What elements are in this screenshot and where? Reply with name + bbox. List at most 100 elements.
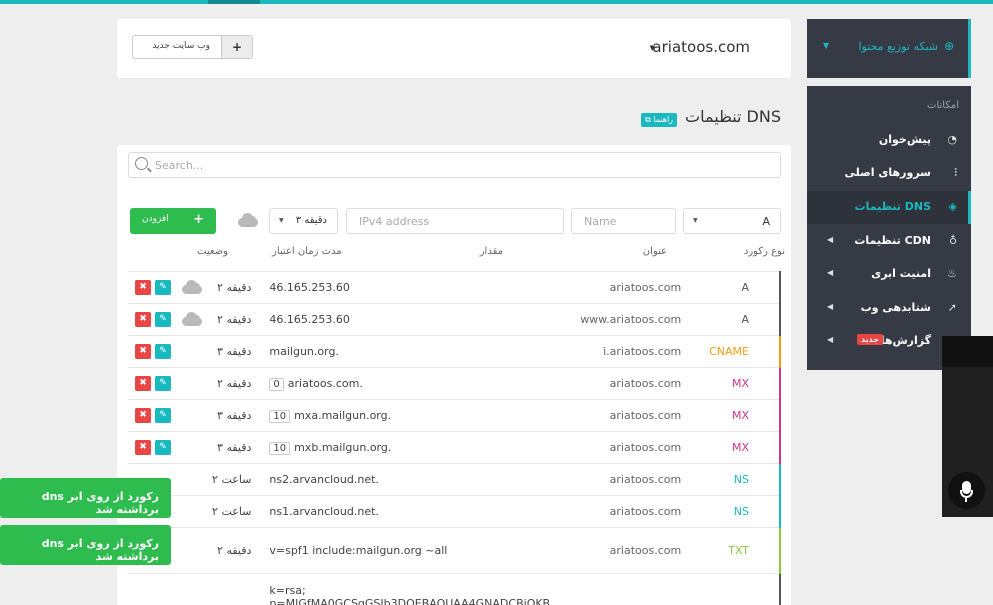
delete-record-button[interactable]: ✖ [135,344,151,359]
record-status [164,367,202,400]
record-value: v=spf1 include:mailgun.org ~all [259,527,551,574]
dns-records-table: ✖ ✎ ۲ دقیقه 46.165.253.60 ariatoos.com A ✖ ✎ ۲ د… [128,271,781,605]
guide-link[interactable]: ⧉ راهنما [641,113,678,127]
delete-record-button[interactable]: ✖ [135,312,151,327]
row-actions [128,573,165,605]
record-value-text: mxb.mailgun.org. [294,440,392,454]
record-type-value: A [762,215,770,228]
record-ttl: ۲ دقیقه [201,303,260,336]
layers-icon: ◈ [948,200,957,213]
cloud-icon[interactable] [181,312,202,326]
record-ttl: ۲ ساعت [201,495,260,528]
row-actions: ✖ ✎ [128,431,171,464]
globe-icon: ⊕ [943,39,954,53]
sidebar-item-cdn-settings[interactable]: ♁ تنظیمات CDN ◀ [807,225,971,258]
record-name: ariatoos.com [550,495,692,528]
record-priority: 10 [269,409,291,423]
search-input[interactable] [155,156,755,174]
record-value-text: k=rsa; p=MIGfMA0GCSqGSIb3DQEBAQUAA4GNADC… [269,583,551,605]
page-title: تنظیمات DNS [685,107,781,126]
domain-selector[interactable]: ariatoos.com [652,38,750,56]
table-row: ✖ ✎ ۲ دقیقه 0 ariatoos.com. ariatoos.com MX [128,367,781,400]
cloud-icon[interactable] [238,213,258,227]
name-input[interactable] [572,209,675,233]
table-row: ۲ دقیقه v=spf1 include:mailgun.org ~all ar… [128,527,781,574]
sidebar-item-web-acceleration[interactable]: ➚ شتابدهی وب ◀ [807,292,971,325]
delete-record-button[interactable]: ✖ [135,408,151,423]
name-field [571,208,676,234]
record-type: MX [691,399,781,432]
toast-notification: dns رکورد از روی ابر برداشته شد [0,525,171,565]
record-ttl: ۳ دقیقه [201,335,260,368]
row-actions: ✖ ✎ [128,367,171,400]
column-header-status: وضعیت [197,246,228,257]
sidebar-section-title: امکانات [927,100,959,111]
record-type-select[interactable]: ▼ A [683,208,781,234]
dns-records-panel: ▼ A ▼ ۳ دقیقه + افزودن نوع رکورد عنوان م… [117,145,791,605]
column-header-type: نوع رکورد [743,246,785,257]
table-row: ✖ ✎ ۲ دقیقه 46.165.253.60 ariatoos.com A [128,271,781,304]
sidebar-item-dashboard[interactable]: ◔ پیش‌خوان [807,124,971,157]
record-value: 10 mxb.mailgun.org. [259,431,551,464]
record-type: TXT [691,527,781,574]
dashboard-icon: ◔ [947,133,957,146]
column-header-ttl: مدت زمان اعتبار [272,246,342,257]
ttl-value: ۳ دقیقه [295,215,327,226]
record-priority: 0 [269,377,284,391]
record-value-text: ariatoos.com. [287,376,363,390]
new-badge: جدید [857,334,884,345]
caret-down-icon: ▼ [823,41,830,50]
record-value: 46.165.253.60 [259,271,551,304]
ipv4-input[interactable] [347,209,563,233]
sidebar-item-label: شتابدهی وب [860,301,931,314]
add-record-button[interactable]: + افزودن [130,208,216,234]
record-type [691,573,781,605]
record-status [164,399,202,432]
record-value-text: 46.165.253.60 [269,281,350,294]
bulb-icon: ♁ [948,234,957,247]
caret-down-icon: ▼ [279,217,284,224]
table-row: ۲ ساعت ns1.arvancloud.net. ariatoos.com NS [128,495,781,528]
record-value: 0 ariatoos.com. [259,367,551,400]
table-row: ✖ ✎ ۳ دقیقه mailgun.org. i.ariatoos.com CNAME [128,335,781,368]
record-status [164,303,202,336]
table-row: ✖ ✎ ۳ دقیقه 10 mxa.mailgun.org. ariatoos.com M… [128,399,781,432]
record-status [164,335,202,368]
domain-panel: + وب سایت جدید ▼ ariatoos.com [117,19,791,78]
delete-record-button[interactable]: ✖ [135,280,151,295]
record-value-text: mxa.mailgun.org. [294,408,392,422]
sidebar-item-cloud-security[interactable]: ♨ امنیت ابری ◀ [807,258,971,291]
row-actions: ✖ ✎ [128,399,171,432]
cloud-icon[interactable] [181,280,202,294]
record-value: ns1.arvancloud.net. [259,495,551,528]
chevron-left-icon: ◀ [827,335,834,344]
sidebar-item-label: تنظیمات CDN [854,234,931,247]
record-ttl [201,573,260,605]
record-name: ariatoos.com [550,367,692,400]
record-type: MX [691,431,781,464]
record-name: ariatoos.com [550,271,692,304]
record-value-text: mailgun.org. [269,345,339,358]
delete-record-button[interactable]: ✖ [135,440,151,455]
new-website-label: وب سایت جدید [152,41,210,51]
table-row: k=rsa; p=MIGfMA0GCSqGSIb3DQEBAQUAA4GNADC… [128,573,781,605]
sidebar-item-label: سرورهای اصلی [844,166,931,179]
cdn-network-selector[interactable]: ⊕ شبکه توزیع محتوا ▼ [807,19,971,78]
chevron-left-icon: ◀ [827,235,834,244]
record-value: ns2.arvancloud.net. [259,463,551,496]
sidebar-item-origin-servers[interactable]: ⫶ سرورهای اصلی [807,157,971,190]
record-status [164,573,202,605]
record-ttl: ۳ دقیقه [201,431,260,464]
microphone-button[interactable] [948,472,985,509]
chevron-left-icon: ◀ [827,302,834,311]
delete-record-button[interactable]: ✖ [135,376,151,391]
column-header-value: مقدار [479,246,503,257]
record-name: i.ariatoos.com [550,335,692,368]
record-value: 46.165.253.60 [259,303,551,336]
new-website-button[interactable]: + وب سایت جدید [132,35,253,59]
chevron-left-icon: ◀ [827,268,834,277]
sidebar-item-label: گزارش‌ها [880,334,931,347]
ttl-select[interactable]: ▼ ۳ دقیقه [269,208,338,234]
record-ttl: ۲ دقیقه [201,527,260,574]
sidebar-item-dns-settings[interactable]: ◈ تنظیمات DNS [807,191,971,224]
